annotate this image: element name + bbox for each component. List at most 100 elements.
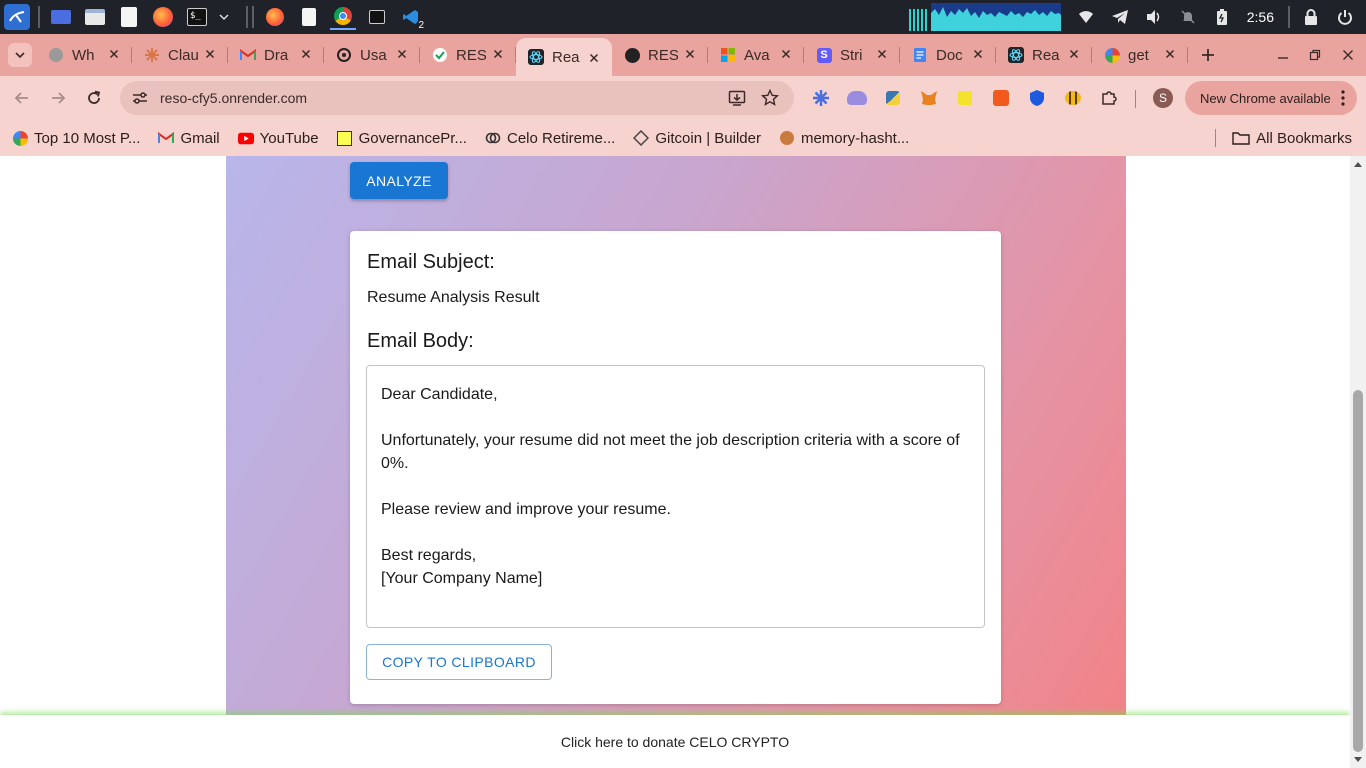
close-tab-icon[interactable] xyxy=(106,46,122,62)
close-tab-icon[interactable] xyxy=(970,46,986,62)
bookmark-star-icon[interactable] xyxy=(760,88,780,112)
fox-icon xyxy=(779,130,795,146)
browser-tab[interactable]: Rea xyxy=(996,34,1092,76)
browser-tab[interactable]: Usa xyxy=(324,34,420,76)
file-manager-icon[interactable] xyxy=(82,4,108,30)
bookmark-item[interactable]: GovernancePr... xyxy=(337,130,467,147)
restore-button[interactable] xyxy=(1299,34,1331,76)
forward-button[interactable] xyxy=(40,80,76,116)
extension-orange-icon[interactable] xyxy=(989,86,1013,110)
bookmark-item[interactable]: Top 10 Most P... xyxy=(12,130,140,147)
bookmark-item[interactable]: Gitcoin | Builder xyxy=(633,130,761,147)
whatsapp-icon xyxy=(48,47,64,63)
back-button[interactable] xyxy=(4,80,40,116)
tab-title: Stri xyxy=(840,46,863,64)
browser-tab[interactable]: RES xyxy=(612,34,708,76)
scroll-thumb[interactable] xyxy=(1353,390,1363,752)
tab-title: Rea xyxy=(1032,46,1060,64)
desktop-icon[interactable] xyxy=(48,4,74,30)
browser-tab[interactable]: get xyxy=(1092,34,1188,76)
toolbar-separator xyxy=(1135,90,1136,108)
close-tab-icon[interactable] xyxy=(202,46,218,62)
page-scrollbar[interactable] xyxy=(1350,156,1366,768)
bookmark-item[interactable]: memory-hasht... xyxy=(779,130,909,147)
url-text[interactable]: reso-cfy5.onrender.com xyxy=(160,90,307,106)
browser-tab[interactable]: Wh xyxy=(36,34,132,76)
extension-ghost-icon[interactable] xyxy=(845,86,869,110)
telegram-icon[interactable] xyxy=(1109,6,1131,28)
close-tab-icon[interactable] xyxy=(490,46,506,62)
bookmark-label: Celo Retireme... xyxy=(506,129,616,147)
browser-tab[interactable]: Ava xyxy=(708,34,804,76)
metamask-icon[interactable] xyxy=(917,86,941,110)
install-app-icon[interactable] xyxy=(728,89,746,112)
lock-icon[interactable] xyxy=(1300,6,1322,28)
minimize-button[interactable] xyxy=(1267,34,1299,76)
extension-yellow-icon[interactable] xyxy=(953,86,977,110)
shield-icon[interactable] xyxy=(1025,86,1049,110)
bookmark-label: GovernancePr... xyxy=(358,129,467,147)
address-bar[interactable]: reso-cfy5.onrender.com xyxy=(120,81,794,115)
tab-search-button[interactable] xyxy=(8,43,32,67)
kali-menu-icon[interactable] xyxy=(4,4,30,30)
bookmark-label: YouTube xyxy=(259,129,319,147)
close-tab-icon[interactable] xyxy=(394,46,410,62)
browser-tab[interactable]: Doc xyxy=(900,34,996,76)
profile-avatar[interactable]: S xyxy=(1151,86,1175,110)
text-editor-window-icon[interactable] xyxy=(296,4,322,30)
browser-tab[interactable]: S Stri xyxy=(804,34,900,76)
close-tab-icon[interactable] xyxy=(586,50,602,66)
chrome-window-icon[interactable] xyxy=(330,4,356,30)
firefox-icon[interactable] xyxy=(150,4,176,30)
all-bookmarks-button[interactable]: All Bookmarks xyxy=(1232,120,1352,156)
browser-tab[interactable]: Clau xyxy=(132,34,228,76)
firefox-window-icon[interactable] xyxy=(262,4,288,30)
browser-tab[interactable]: Rea xyxy=(516,38,612,76)
chevron-down-icon[interactable] xyxy=(218,4,230,30)
close-tab-icon[interactable] xyxy=(1162,46,1178,62)
battery-icon[interactable] xyxy=(1211,6,1233,28)
close-tab-icon[interactable] xyxy=(682,46,698,62)
bookmark-item[interactable]: YouTube xyxy=(237,129,319,147)
text-editor-icon[interactable] xyxy=(116,4,142,30)
copy-to-clipboard-button[interactable]: COPY TO CLIPBOARD xyxy=(366,644,552,680)
close-window-button[interactable] xyxy=(1332,34,1364,76)
forward-arrow-icon xyxy=(52,92,66,104)
donate-link[interactable]: Click here to donate CELO CRYPTO xyxy=(561,734,789,750)
vscode-window-icon[interactable]: 2 xyxy=(398,4,426,31)
page-viewport: ANALYZE Email Subject: Resume Analysis R… xyxy=(0,156,1350,768)
power-icon[interactable] xyxy=(1334,6,1356,28)
gitcoin-icon xyxy=(633,130,650,146)
terminal-window-icon[interactable] xyxy=(364,4,390,30)
notifications-muted-icon[interactable] xyxy=(1177,6,1199,28)
panel-separator xyxy=(246,6,248,28)
scroll-down-arrow-icon[interactable] xyxy=(1350,754,1366,766)
email-body-textarea[interactable]: Dear Candidate, Unfortunately, your resu… xyxy=(366,365,985,628)
openai-icon xyxy=(336,47,352,63)
close-tab-icon[interactable] xyxy=(1066,46,1082,62)
volume-icon[interactable] xyxy=(1143,6,1165,28)
clock[interactable]: 2:56 xyxy=(1247,9,1274,25)
bookmark-item[interactable]: Celo Retireme... xyxy=(485,130,615,147)
wifi-icon[interactable] xyxy=(1075,6,1097,28)
reload-button[interactable] xyxy=(76,80,112,116)
close-tab-icon[interactable] xyxy=(778,46,794,62)
site-settings-icon[interactable] xyxy=(130,88,150,108)
close-tab-icon[interactable] xyxy=(298,46,314,62)
gmail-icon xyxy=(158,130,175,146)
browser-tab[interactable]: Dra xyxy=(228,34,324,76)
extension-bee-icon[interactable] xyxy=(1061,86,1085,110)
new-chrome-available-button[interactable]: New Chrome available xyxy=(1185,81,1357,115)
extensions-puzzle-icon[interactable] xyxy=(1097,86,1121,110)
scroll-up-arrow-icon[interactable] xyxy=(1350,158,1366,170)
close-tab-icon[interactable] xyxy=(874,46,890,62)
browser-tab[interactable]: RES xyxy=(420,34,516,76)
analyze-button[interactable]: ANALYZE xyxy=(350,162,448,199)
new-tab-button[interactable] xyxy=(1194,41,1222,69)
extension-blue-star-icon[interactable] xyxy=(809,86,833,110)
tab-title: RES xyxy=(648,46,678,64)
tab-title: Dra xyxy=(264,46,289,64)
terminal-icon[interactable]: $_ xyxy=(184,4,210,30)
bookmark-item[interactable]: Gmail xyxy=(158,130,220,147)
extension-python-icon[interactable] xyxy=(881,86,905,110)
